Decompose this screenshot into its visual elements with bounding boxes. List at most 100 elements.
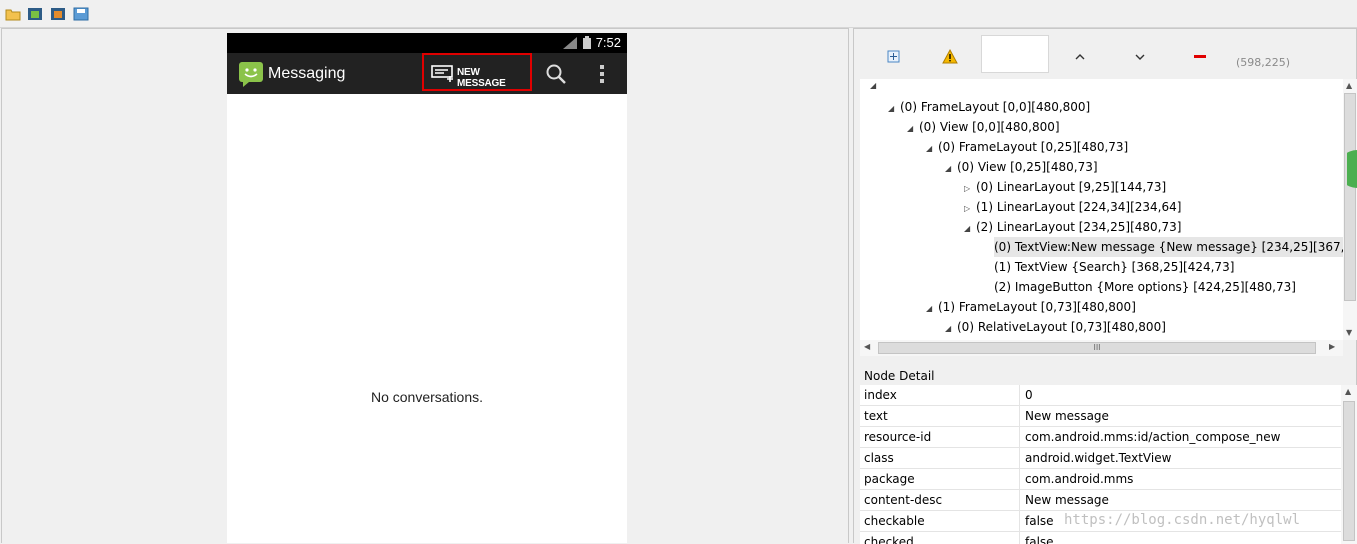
tree-node[interactable]: (0) TextView:New message {New message} [… [994, 237, 1343, 257]
scroll-left-icon[interactable]: ◀ [864, 342, 870, 351]
collapse-triangle-icon[interactable]: ◢ [888, 99, 900, 119]
tree-node[interactable]: ◢ (2) LinearLayout [234,25][480,73] [964, 217, 1181, 237]
device-screenshot-compressed-icon[interactable] [50, 7, 66, 21]
tree-node-label: (0) RelativeLayout [0,73][480,800] [957, 320, 1166, 334]
tree-node-label: (0) LinearLayout [9,25][144,73] [976, 180, 1167, 194]
tree-node[interactable]: (2) ImageButton {More options} [424,25][… [994, 277, 1296, 297]
tree-node[interactable]: ▷ (0) LinearLayout [9,25][144,73] [964, 177, 1166, 197]
expand-all-icon[interactable] [882, 45, 906, 69]
detail-key: package [864, 472, 915, 486]
save-icon[interactable] [73, 7, 89, 21]
collapse-triangle-icon[interactable]: ◢ [945, 159, 957, 179]
collapse-triangle-icon[interactable]: ◢ [945, 319, 957, 339]
tree-node[interactable]: ◢ (0) RelativeLayout [0,73][480,800] [945, 317, 1166, 337]
detail-row[interactable]: class android.widget.TextView [860, 448, 1341, 469]
messaging-app-icon [238, 61, 264, 90]
ui-hierarchy-tree[interactable]: ◢ ◢ (0) FrameLayout [0,0][480,800] ◢ (0) Vi… [860, 79, 1343, 340]
detail-vertical-scrollbar[interactable]: ▲ [1341, 385, 1357, 544]
column-divider [1019, 490, 1020, 511]
node-detail-title: Node Detail [864, 369, 935, 383]
chevron-up-icon[interactable] [1068, 45, 1092, 69]
more-options-icon[interactable] [599, 64, 605, 87]
device-screen: 7:52 Messaging NEW MESSAGE No conversati… [227, 33, 627, 543]
expand-triangle-icon[interactable]: ▷ [964, 199, 976, 219]
tree-node-label: (2) ImageButton {More options} [424,25][… [994, 280, 1296, 294]
collapse-triangle-icon[interactable]: ◢ [926, 299, 938, 319]
inspector-panel: (598,225) ◢ ◢ (0) FrameLayout [0,0][480,8… [853, 28, 1357, 544]
tree-node-label: (1) LinearLayout [224,34][234,64] [976, 200, 1182, 214]
detail-value: android.widget.TextView [1025, 451, 1172, 465]
tree-node-label: (2) LinearLayout [234,25][480,73] [976, 220, 1182, 234]
empty-state-text: No conversations. [370, 389, 484, 405]
detail-row[interactable]: content-desc New message [860, 490, 1341, 511]
tree-node-label: (0) FrameLayout [0,25][480,73] [938, 140, 1129, 154]
search-icon[interactable] [545, 63, 567, 88]
clear-icon[interactable] [1188, 45, 1212, 69]
detail-row[interactable]: checked false [860, 532, 1341, 544]
tree-node-label: (0) FrameLayout [0,0][480,800] [900, 100, 1091, 114]
tree-vertical-scrollbar[interactable]: ▲ ▼ [1343, 79, 1357, 340]
tree-node-label: (0) View [0,25][480,73] [957, 160, 1098, 174]
expand-triangle-icon[interactable]: ▷ [964, 179, 976, 199]
root-expand-icon[interactable]: ◢ [870, 81, 876, 90]
column-divider [1019, 427, 1020, 448]
tree-node[interactable]: ◢ (0) View [0,25][480,73] [945, 157, 1098, 177]
tree-node-label: (1) TextView {Search} [368,25][424,73] [994, 260, 1235, 274]
detail-value: New message [1025, 493, 1109, 507]
action-bar: Messaging NEW MESSAGE [227, 53, 627, 94]
collapse-triangle-icon[interactable]: ◢ [907, 119, 919, 139]
tree-vscroll-thumb[interactable] [1344, 93, 1356, 301]
scroll-right-icon[interactable]: ▶ [1329, 342, 1335, 351]
detail-key: index [864, 388, 897, 402]
column-divider [1019, 406, 1020, 427]
device-screenshot-icon[interactable] [27, 7, 43, 21]
warning-icon[interactable] [938, 45, 962, 69]
detail-vscroll-thumb[interactable] [1343, 401, 1355, 541]
tree-node-label: (1) FrameLayout [0,73][480,800] [938, 300, 1136, 314]
tree-node[interactable]: ◢ (0) View [0,0][480,800] [907, 117, 1060, 137]
tree-horizontal-scrollbar[interactable]: ◀ III ▶ [860, 340, 1343, 356]
watermark: https://blog.csdn.net/hyqlwl [1064, 512, 1301, 528]
detail-value: false [1025, 514, 1054, 528]
column-divider [1019, 511, 1020, 532]
tree-hscroll-thumb[interactable]: III [878, 342, 1316, 354]
column-divider [1019, 448, 1020, 469]
status-time: 7:52 [595, 35, 621, 50]
tree-node[interactable]: ▷ (1) LinearLayout [224,34][234,64] [964, 197, 1181, 217]
scroll-down-icon[interactable]: ▼ [1346, 328, 1352, 337]
column-divider [1019, 532, 1020, 544]
chevron-down-icon[interactable] [1128, 45, 1152, 69]
main-toolbar [0, 0, 1357, 28]
column-divider [1019, 385, 1020, 406]
tree-node-label: (0) View [0,0][480,800] [919, 120, 1060, 134]
tree-node[interactable]: ◢ (1) FrameLayout [0,73][480,800] [926, 297, 1136, 317]
detail-value: com.android.mms:id/action_compose_new [1025, 430, 1281, 444]
column-divider [1019, 469, 1020, 490]
detail-scroll-up-icon[interactable]: ▲ [1345, 387, 1351, 396]
tree-node[interactable]: (1) TextView {Search} [368,25][424,73] [994, 257, 1234, 277]
node-search-input[interactable] [981, 35, 1049, 73]
detail-row[interactable]: text New message [860, 406, 1341, 427]
signal-icon [563, 37, 577, 52]
collapse-triangle-icon[interactable]: ◢ [964, 219, 976, 239]
tree-node[interactable]: ◢ (0) FrameLayout [0,25][480,73] [926, 137, 1128, 157]
floating-badge-icon[interactable] [1338, 150, 1357, 191]
detail-row[interactable]: resource-id com.android.mms:id/action_com… [860, 427, 1341, 448]
compose-icon [431, 65, 455, 86]
new-message-label: NEW MESSAGE [457, 67, 506, 89]
detail-value: 0 [1025, 388, 1033, 402]
tree-node[interactable]: ◢ (0) FrameLayout [0,0][480,800] [888, 97, 1090, 117]
status-bar: 7:52 [227, 33, 627, 53]
new-message-button[interactable]: NEW MESSAGE [422, 53, 532, 91]
scroll-up-icon[interactable]: ▲ [1346, 81, 1352, 90]
detail-row[interactable]: index 0 [860, 385, 1341, 406]
detail-key: checkable [864, 514, 925, 528]
cursor-coordinates: (598,225) [1236, 56, 1291, 69]
detail-row[interactable]: package com.android.mms [860, 469, 1341, 490]
open-folder-icon[interactable] [5, 7, 21, 21]
detail-key: resource-id [864, 430, 932, 444]
detail-key: content-desc [864, 493, 943, 507]
detail-key: class [864, 451, 894, 465]
tree-node-label: (0) TextView:New message {New message} [… [994, 240, 1343, 254]
collapse-triangle-icon[interactable]: ◢ [926, 139, 938, 159]
